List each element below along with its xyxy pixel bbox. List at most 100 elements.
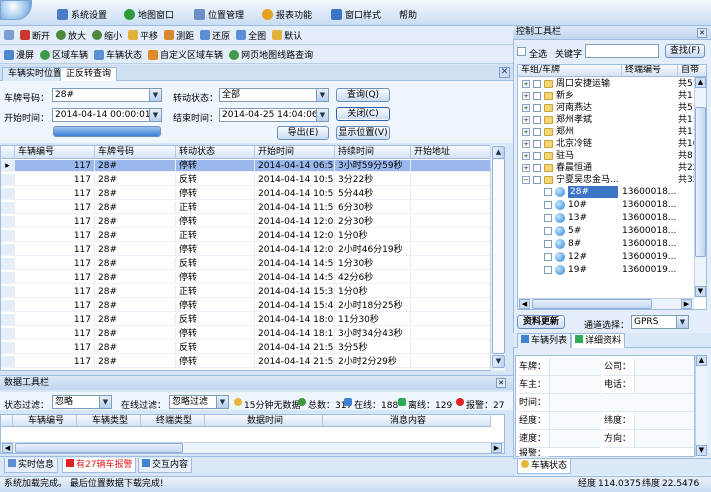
table-row[interactable]: 117 28# 停转 2014-04-14 18:1... 3小时34分43秒 [1, 328, 491, 340]
disconnect-button[interactable]: 断开 [20, 29, 50, 42]
table-row[interactable]: 117 28# 正转 2014-04-14 15:3... 1分0秒 [1, 286, 491, 298]
table-row[interactable]: 117 28# 反转 2014-04-14 18:0... 11分30秒 [1, 314, 491, 326]
grid-header-start-address[interactable]: 开始地址 [411, 146, 491, 159]
msg-header-data-time[interactable]: 数据时间 [205, 415, 323, 427]
menu-report-functions[interactable]: 报表功能 [262, 7, 312, 21]
grid-vertical-scrollbar[interactable]: ▲ ▼ [490, 145, 505, 371]
tree-hscrollbar[interactable]: ◀ ▶ [518, 298, 694, 309]
tab-close-icon[interactable]: ✕ [499, 67, 510, 78]
tree-vehicle-row[interactable]: 12# 13600019... [518, 251, 700, 263]
area-vehicles-button[interactable]: 区域车辆 [40, 48, 88, 61]
vehicle-checkbox[interactable] [544, 214, 552, 222]
tab-realtime-info[interactable]: 实时信息 [4, 458, 59, 473]
expand-icon[interactable]: + [522, 152, 530, 160]
keyword-input[interactable] [585, 44, 659, 58]
tree-group-row[interactable]: + 周口安捷运输 共5台 [518, 78, 700, 90]
table-row[interactable]: 117 28# 正转 2014-04-14 11:5... 6分30秒 [1, 202, 491, 214]
msg-header-vehicle-type[interactable]: 车辆类型 [77, 415, 141, 427]
find-button[interactable]: 查找(F) [665, 44, 705, 58]
export-button[interactable]: 导出(E) [277, 126, 329, 140]
menu-help[interactable]: 帮助 [399, 7, 417, 21]
tree-vehicle-row[interactable]: 28# 13600018... [518, 186, 700, 198]
group-checkbox[interactable] [533, 92, 541, 100]
web-route-query-button[interactable]: 网页地图线路查询 [229, 48, 313, 61]
full-map-button[interactable]: 全图 [236, 29, 266, 42]
expand-icon[interactable]: + [522, 92, 530, 100]
end-time-picker[interactable]: 2014-04-25 14:04:06 ▼ [219, 108, 329, 122]
scroll-track[interactable] [492, 158, 505, 354]
vehicle-status-button[interactable]: 车辆状态 [94, 48, 142, 61]
data-update-button[interactable]: 资料更新 [517, 315, 565, 329]
scroll-thumb[interactable] [695, 107, 706, 257]
tab-vehicle-status[interactable]: 车辆状态 [517, 459, 572, 474]
tree-group-row[interactable]: + 河南燕达 共5台 [518, 102, 700, 114]
menu-window-style[interactable]: 窗口样式 [331, 7, 381, 21]
tree-header-group[interactable]: 车组/车牌 [518, 65, 622, 77]
query-button[interactable]: 查询(Q) [336, 88, 390, 102]
table-row[interactable]: ▸ 117 28# 停转 2014-04-14 06:5... 3小时59分59秒 [1, 160, 491, 172]
grid-header-plate[interactable]: 车牌号码 [95, 146, 176, 159]
scroll-down-icon[interactable]: ▼ [695, 286, 706, 297]
table-row[interactable]: 117 28# 反转 2014-04-14 10:5... 3分22秒 [1, 174, 491, 186]
grid-header-vehicle-id[interactable]: 车辆编号 [15, 146, 95, 159]
table-row[interactable]: 117 28# 反转 2014-04-14 21:5... 3分5秒 [1, 342, 491, 354]
tree-group-row[interactable]: + 驻马 共8台 [518, 150, 700, 162]
zoom-out-button[interactable]: 缩小 [92, 29, 122, 42]
table-row[interactable]: 117 28# 停转 2014-04-14 14:5... 42分6秒 [1, 272, 491, 284]
expand-icon[interactable]: + [522, 140, 530, 148]
collapse-icon[interactable]: − [522, 176, 530, 184]
tree-vehicle-row[interactable]: 19# 13600019... [518, 264, 700, 276]
scroll-thumb[interactable] [532, 299, 652, 309]
tab-interaction[interactable]: 交互内容 [138, 458, 193, 473]
grid-header-duration[interactable]: 持续时间 [335, 146, 411, 159]
show-location-button[interactable]: 显示位置(V) [336, 126, 390, 140]
zoom-in-button[interactable]: 放大 [56, 29, 86, 42]
control-panel-close-icon[interactable]: ✕ [697, 28, 707, 38]
status-filter-select[interactable]: 忽略 ▼ [52, 395, 112, 409]
tree-group-row[interactable]: −宁夏吴忠金马...共35台 [518, 174, 700, 186]
group-checkbox[interactable] [533, 176, 541, 184]
group-checkbox[interactable] [533, 128, 541, 136]
online-filter-select[interactable]: 忽略过滤 ▼ [169, 395, 229, 409]
msg-header-message[interactable]: 消息内容 [323, 415, 491, 427]
table-row[interactable]: 117 28# 停转 2014-04-14 21:5... 2小时2分29秒 [1, 356, 491, 368]
measure-button[interactable]: 测距 [164, 29, 194, 42]
close-query-button[interactable]: 关闭(C) [336, 107, 390, 121]
tree-group-row[interactable]: +新乡共11台 [518, 90, 700, 102]
offline-count[interactable]: 离线：129 [408, 398, 452, 411]
tree-group-row[interactable]: + 郑州孝斌 共1台 [518, 114, 700, 126]
no-data-15min-count[interactable]: 15分钟无数据 [244, 398, 300, 411]
tree-header-extra[interactable]: 自带 [678, 65, 706, 77]
table-row[interactable]: 117 28# 停转 2014-04-14 12:0... 2分30秒 [1, 216, 491, 228]
tree-vehicle-row[interactable]: 13# 13600018... [518, 212, 700, 224]
vehicle-checkbox[interactable] [544, 253, 552, 261]
scroll-up-icon[interactable]: ▲ [696, 355, 707, 366]
expand-icon[interactable]: + [522, 116, 530, 124]
tree-group-row[interactable]: + 郑州 共1台 [518, 126, 700, 138]
group-checkbox[interactable] [533, 104, 541, 112]
connect-toggle-button[interactable] [4, 30, 14, 40]
vehicle-checkbox[interactable] [544, 240, 552, 248]
tree-header-terminal[interactable]: 终端编号 [622, 65, 678, 77]
detail-vscrollbar[interactable]: ▲ ▼ [695, 355, 707, 457]
message-grid-hscrollbar[interactable]: ◀ ▶ [1, 442, 504, 453]
table-row[interactable]: 117 28# 停转 2014-04-14 15:4... 2小时18分25秒 [1, 300, 491, 312]
tab-details[interactable]: 详细资料 [571, 333, 626, 348]
scroll-right-icon[interactable]: ▶ [681, 299, 692, 309]
menu-location-management[interactable]: 位置管理 [194, 7, 244, 21]
scroll-down-icon[interactable]: ▼ [696, 445, 707, 456]
table-row[interactable]: 117 28# 反转 2014-04-14 14:5... 1分30秒 [1, 258, 491, 270]
group-checkbox[interactable] [533, 152, 541, 160]
tree-vehicle-row[interactable]: 5# 13600018... [518, 225, 700, 237]
vehicle-checkbox[interactable] [544, 227, 552, 235]
data-tools-close-icon[interactable]: ✕ [496, 378, 506, 388]
roam-button[interactable]: 漫屏 [4, 48, 34, 61]
vehicle-checkbox[interactable] [544, 266, 552, 274]
group-checkbox[interactable] [533, 80, 541, 88]
scroll-left-icon[interactable]: ◀ [2, 443, 13, 453]
rotation-select[interactable]: 全部 ▼ [219, 88, 329, 102]
group-checkbox[interactable] [533, 164, 541, 172]
online-count[interactable]: 在线：188 [354, 398, 398, 411]
expand-icon[interactable]: + [522, 80, 530, 88]
group-checkbox[interactable] [533, 140, 541, 148]
